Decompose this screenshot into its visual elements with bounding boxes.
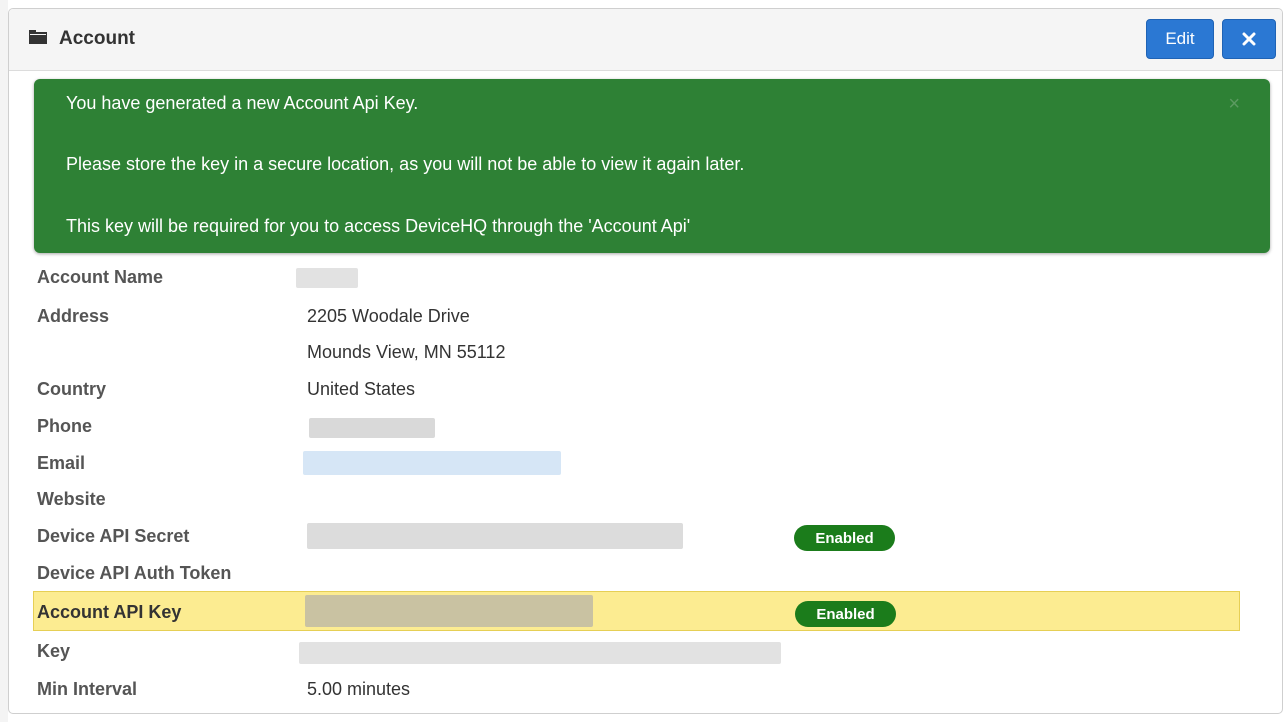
account-api-key-row-highlight	[33, 591, 1240, 631]
alert-message-store: Please store the key in a secure locatio…	[66, 154, 745, 174]
phone-value-redacted	[309, 418, 435, 438]
panel-header: Account Edit	[9, 9, 1282, 71]
website-label: Website	[37, 489, 106, 509]
device-api-secret-label: Device API Secret	[37, 526, 190, 546]
address-line1: 2205 Woodale Drive	[307, 306, 470, 326]
email-value-redacted[interactable]	[303, 451, 561, 475]
success-alert: You have generated a new Account Api Key…	[34, 79, 1270, 253]
address-label: Address	[37, 306, 110, 326]
email-label: Email	[37, 453, 86, 473]
device-api-auth-token-label: Device API Auth Token	[37, 563, 232, 583]
account-api-key-value-redacted	[305, 595, 593, 627]
address-line2: Mounds View, MN 55112	[307, 342, 506, 362]
device-api-secret-value-redacted	[307, 523, 683, 549]
account-api-key-label: Account API Key	[37, 602, 182, 622]
account-name-value-redacted	[296, 268, 358, 288]
account-panel: Account Edit You have generated a new Ac…	[8, 8, 1283, 714]
alert-message-generated: You have generated a new Account Api Key…	[66, 93, 419, 113]
key-value-redacted	[299, 642, 781, 664]
background-page-edge	[0, 0, 8, 722]
country-label: Country	[37, 379, 106, 399]
account-api-key-status-badge: Enabled	[795, 601, 896, 627]
close-button[interactable]	[1222, 19, 1276, 59]
device-api-secret-status-badge: Enabled	[794, 525, 895, 551]
country-value: United States	[307, 379, 416, 399]
min-interval-label: Min Interval	[37, 679, 138, 699]
key-label: Key	[37, 641, 71, 661]
phone-label: Phone	[37, 416, 93, 436]
close-icon	[1242, 32, 1256, 46]
edit-button[interactable]: Edit	[1146, 19, 1214, 59]
folder-icon	[29, 30, 47, 44]
panel-title: Account	[59, 28, 135, 49]
account-name-label: Account Name	[37, 267, 164, 287]
min-interval-value: 5.00 minutes	[307, 679, 411, 699]
alert-message-required: This key will be required for you to acc…	[66, 216, 691, 236]
alert-dismiss-button[interactable]: ×	[1228, 93, 1240, 116]
